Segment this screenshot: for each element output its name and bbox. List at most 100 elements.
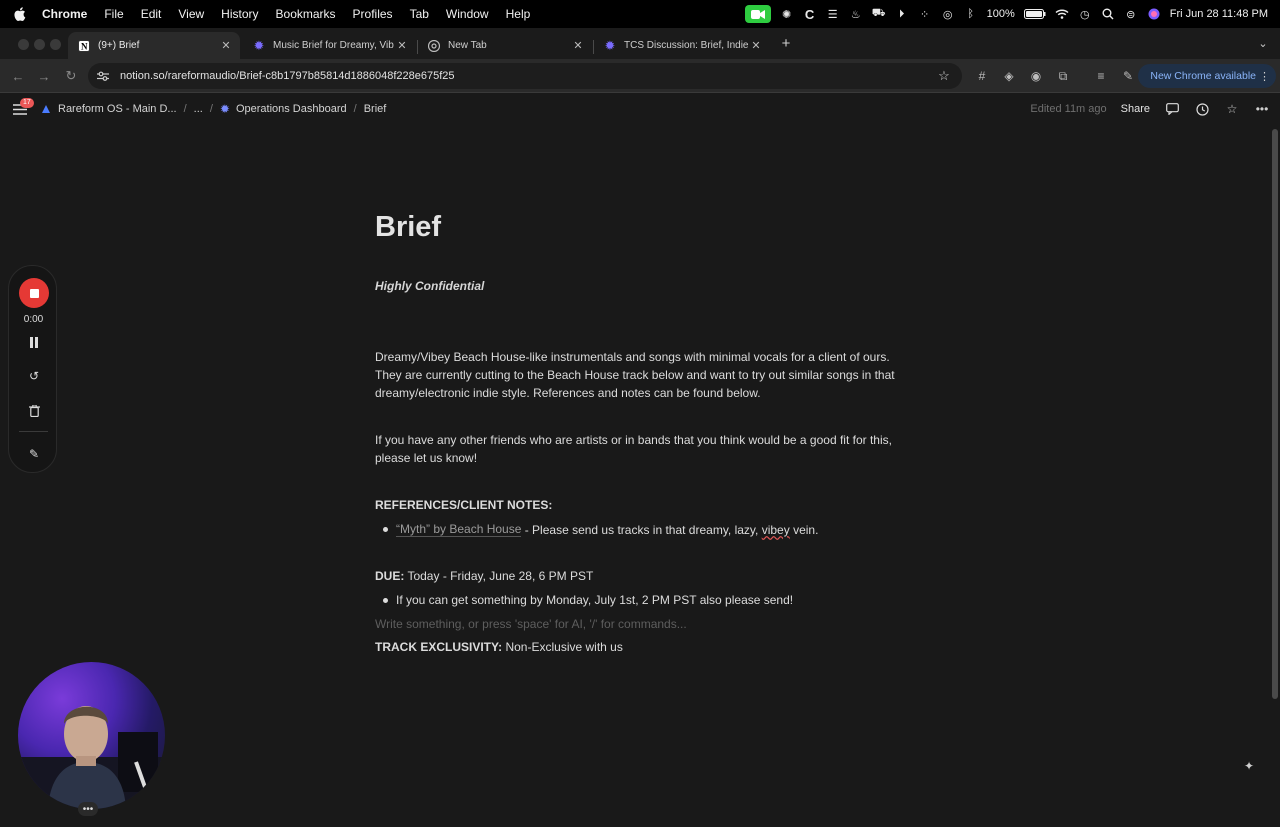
menu-help[interactable]: Help — [506, 7, 531, 21]
address-bar[interactable]: notion.so/rareformaudio/Brief-c8b1797b85… — [88, 63, 962, 89]
empty-block-placeholder[interactable]: Write something, or press 'space' for AI… — [375, 617, 687, 631]
siri-icon[interactable] — [1147, 7, 1161, 21]
menu-edit[interactable]: Edit — [141, 7, 162, 21]
menubar-datetime[interactable]: Fri Jun 28 11:48 PM — [1170, 8, 1268, 20]
new-tab-button[interactable]: + — [778, 35, 794, 52]
bluetooth-icon[interactable]: ᛒ — [964, 7, 978, 21]
menu-tab[interactable]: Tab — [410, 7, 429, 21]
forward-arrow-icon[interactable]: → — [35, 67, 53, 85]
play-circle-icon[interactable]: ⏵ — [895, 7, 909, 21]
airdrop-icon[interactable]: ◎ — [941, 7, 955, 21]
share-button[interactable]: Share — [1121, 103, 1150, 115]
page-title[interactable]: Brief — [375, 211, 441, 244]
bookmark-star-icon[interactable]: ☆ — [936, 68, 952, 84]
notion-page: 17 Rareform OS - Main D... / ... / ✹ Ope… — [0, 93, 1280, 827]
bullet-dot — [383, 597, 388, 603]
wifi-icon[interactable] — [1055, 7, 1069, 21]
profile-extension-icon[interactable]: ✎ — [1120, 68, 1136, 84]
search-icon[interactable] — [1101, 7, 1115, 21]
webcam-more-icon[interactable]: ••• — [78, 802, 98, 816]
back-arrow-icon[interactable]: ← — [9, 67, 27, 85]
scrollbar[interactable] — [1272, 129, 1278, 699]
video-camera-icon[interactable] — [744, 5, 771, 23]
menu-chrome[interactable]: Chrome — [42, 7, 87, 21]
more-vertical-icon[interactable]: ⋮ — [1259, 70, 1270, 83]
stop-recording-button[interactable] — [19, 278, 49, 308]
new-chrome-available-button[interactable]: New Chrome available ⋮ — [1138, 64, 1276, 88]
close-tab-icon[interactable]: ✕ — [394, 38, 410, 54]
breadcrumb-brief[interactable]: Brief — [364, 103, 387, 115]
gear-icon: ✹ — [604, 37, 616, 53]
tab-music-brief[interactable]: ✹ Music Brief for Dreamy, Vibey ✕ — [243, 32, 416, 59]
c-app-icon[interactable]: C — [803, 7, 817, 22]
menu-bookmarks[interactable]: Bookmarks — [276, 7, 336, 21]
apple-icon[interactable] — [14, 7, 28, 21]
clock-icon[interactable]: ◷ — [1078, 7, 1092, 21]
breadcrumb: Rareform OS - Main D... / ... / ✹ Operat… — [40, 93, 386, 125]
notification-badge: 17 — [20, 98, 34, 108]
restart-icon[interactable]: ↺ — [25, 367, 43, 385]
breadcrumb-operations-dashboard[interactable]: ✹ Operations Dashboard — [220, 102, 347, 116]
chrome-tab-strip: N (9+) Brief ✕ ✹ Music Brief for Dreamy,… — [0, 28, 1280, 59]
url-text[interactable]: notion.so/rareformaudio/Brief-c8b1797b85… — [120, 70, 455, 82]
tab-new-tab[interactable]: New Tab ✕ — [418, 32, 592, 59]
webcam-bubble[interactable] — [18, 662, 165, 809]
more-options-icon[interactable]: ••• — [1254, 101, 1270, 117]
stop-icon — [29, 288, 39, 298]
svg-text:N: N — [81, 41, 88, 51]
battery-icon[interactable] — [1023, 7, 1046, 21]
list-icon[interactable]: ☰ — [826, 7, 840, 21]
confidential-label[interactable]: Highly Confidential — [375, 279, 484, 293]
close-tab-icon[interactable]: ✕ — [748, 38, 764, 54]
notion-icon: N — [78, 39, 90, 52]
blue-extension-icon[interactable]: ◉ — [1028, 68, 1044, 84]
history-clock-icon[interactable] — [1194, 101, 1210, 117]
menu-history[interactable]: History — [221, 7, 258, 21]
recorder-divider — [19, 431, 48, 432]
edited-timestamp: Edited 11m ago — [1030, 103, 1107, 115]
menu-window[interactable]: Window — [446, 7, 489, 21]
menu-file[interactable]: File — [104, 7, 123, 21]
brightness-icon[interactable]: ✺ — [780, 7, 794, 21]
breadcrumb-workspace[interactable]: Rareform OS - Main D... — [40, 103, 177, 115]
tab-tcs-discussion[interactable]: ✹ TCS Discussion: Brief, Indie, I ✕ — [594, 32, 770, 59]
tab-search-chevron-icon[interactable]: ⌄ — [1254, 34, 1272, 52]
close-tab-icon[interactable]: ✕ — [570, 38, 586, 54]
exclusivity-line[interactable]: TRACK EXCLUSIVITY: Non-Exclusive with us — [375, 640, 623, 654]
spellcheck-word: vibey — [761, 522, 790, 537]
site-settings-icon[interactable] — [96, 69, 110, 83]
pause-icon[interactable] — [25, 333, 43, 351]
due-line[interactable]: DUE: Today - Friday, June 28, 6 PM PST — [375, 569, 593, 583]
window-minimize-button[interactable] — [34, 39, 45, 50]
bullet-dot — [383, 527, 388, 532]
fox-extension-icon[interactable]: ◈ — [1001, 68, 1017, 84]
puzzle-extensions-icon[interactable]: ⧉ — [1055, 68, 1071, 84]
reference-list-item[interactable]: “Myth” by Beach House - Please send us t… — [383, 522, 818, 537]
friends-paragraph[interactable]: If you have any other friends who are ar… — [375, 431, 905, 467]
draw-pencil-icon[interactable]: ✎ — [25, 445, 43, 463]
reload-icon[interactable]: ↻ — [62, 67, 80, 85]
comment-icon[interactable] — [1164, 101, 1180, 117]
favorite-star-icon[interactable]: ☆ — [1224, 101, 1240, 117]
hashtag-extension-icon[interactable]: # — [974, 68, 990, 84]
references-heading[interactable]: REFERENCES/CLIENT NOTES: — [375, 498, 552, 512]
control-center-icon[interactable]: ⊜ — [1124, 7, 1138, 21]
menu-view[interactable]: View — [178, 7, 204, 21]
breadcrumb-ellipsis[interactable]: ... — [194, 103, 203, 115]
dots-icon[interactable]: ⁘ — [918, 7, 932, 21]
tab-brief[interactable]: N (9+) Brief ✕ — [68, 32, 240, 59]
window-close-button[interactable] — [18, 39, 29, 50]
due-list-item[interactable]: If you can get something by Monday, July… — [383, 593, 793, 607]
close-tab-icon[interactable]: ✕ — [218, 38, 234, 54]
recording-timer: 0:00 — [23, 314, 44, 325]
menu-profiles[interactable]: Profiles — [353, 7, 393, 21]
ai-sparkle-icon[interactable]: ✦ — [1240, 757, 1258, 775]
window-zoom-button[interactable] — [50, 39, 61, 50]
reading-list-icon[interactable]: ≡ — [1093, 68, 1109, 84]
reference-link[interactable]: “Myth” by Beach House — [396, 522, 522, 537]
description-paragraph[interactable]: Dreamy/Vibey Beach House-like instrument… — [375, 348, 905, 402]
car-icon[interactable]: ⛟ — [872, 7, 886, 21]
flame-icon[interactable]: ♨ — [849, 7, 863, 21]
tab-title: Music Brief for Dreamy, Vibey — [273, 40, 394, 51]
trash-icon[interactable] — [25, 402, 43, 420]
